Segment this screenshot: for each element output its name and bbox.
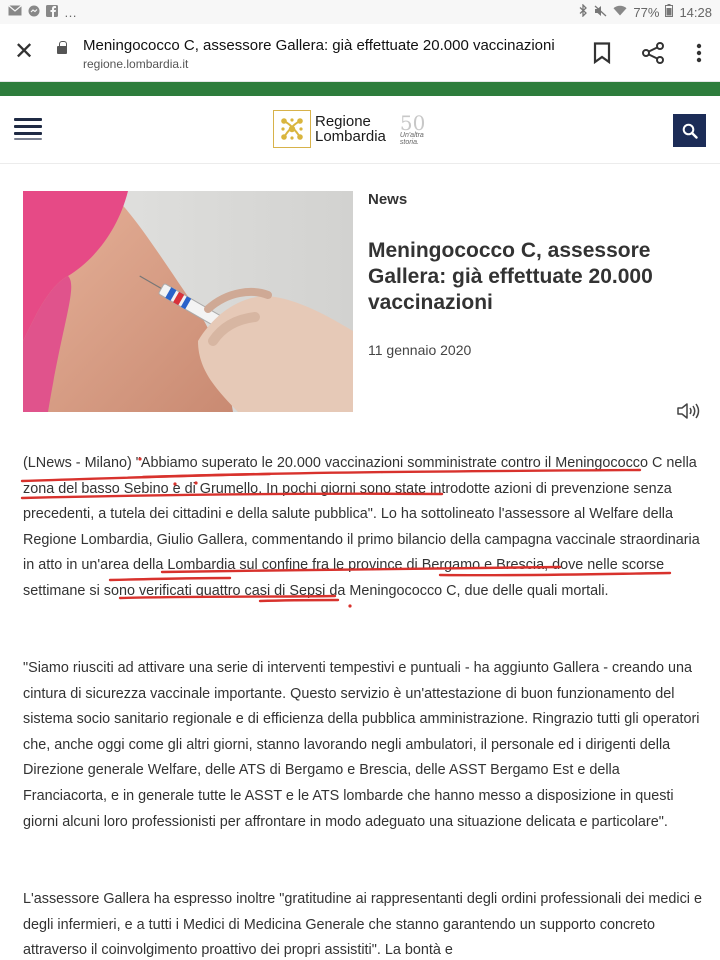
- wifi-icon: [613, 5, 627, 19]
- overflow-menu-icon[interactable]: [684, 38, 714, 68]
- site-logo[interactable]: Regione Lombardia 50 Un'altra storia.: [273, 108, 436, 150]
- more-notifications: …: [64, 4, 77, 20]
- bluetooth-icon: [579, 3, 588, 20]
- article-date: 11 gennaio 2020: [368, 342, 472, 358]
- anniversary-badge: 50 Un'altra storia.: [400, 111, 436, 147]
- mail-icon: [8, 5, 22, 19]
- article-paragraph: "Siamo riusciti ad attivare una serie di…: [23, 660, 700, 830]
- search-icon: [682, 123, 698, 139]
- speaker-icon[interactable]: [676, 401, 702, 421]
- logo-wordmark: Regione Lombardia: [315, 114, 386, 144]
- article-image: [23, 191, 353, 412]
- mute-icon: [594, 5, 607, 20]
- share-icon[interactable]: [638, 38, 668, 68]
- facebook-icon: [46, 4, 58, 20]
- notification-icons: …: [8, 4, 77, 20]
- anniversary-tagline: Un'altra storia.: [399, 132, 424, 146]
- browser-toolbar: ✕ Meningococco C, assessore Gallera: già…: [0, 24, 720, 82]
- logo-line-2: Lombardia: [315, 128, 386, 145]
- bookmark-icon[interactable]: [587, 38, 617, 68]
- messenger-icon: [28, 5, 40, 20]
- article-headline: Meningococco C, assessore Gallera: già e…: [368, 239, 653, 314]
- close-icon[interactable]: ✕: [10, 38, 38, 66]
- clock: 14:28: [679, 4, 712, 20]
- browser-page-title[interactable]: Meningococco C, assessore Gallera: già e…: [83, 37, 573, 54]
- browser-url[interactable]: regione.lombardia.it: [83, 57, 188, 71]
- system-icons: 77% 14:28: [579, 3, 712, 20]
- article-category[interactable]: News: [368, 191, 407, 208]
- battery-percent: 77%: [633, 4, 660, 20]
- search-button[interactable]: [673, 114, 706, 147]
- hamburger-menu-icon[interactable]: [14, 118, 42, 142]
- site-header: Regione Lombardia 50 Un'altra storia.: [0, 96, 720, 164]
- status-bar: … 77% 14:28: [0, 0, 720, 24]
- article-paragraph: (LNews - Milano) "Abbiamo superato le 20…: [23, 455, 700, 599]
- rosa-camuna-icon: [273, 110, 311, 148]
- lock-icon: [57, 41, 67, 55]
- battery-icon: [665, 4, 674, 20]
- logo-line-1: Regione: [315, 113, 371, 130]
- brand-stripe: [0, 82, 720, 96]
- article-paragraph: L'assessore Gallera ha espresso inoltre …: [23, 891, 702, 959]
